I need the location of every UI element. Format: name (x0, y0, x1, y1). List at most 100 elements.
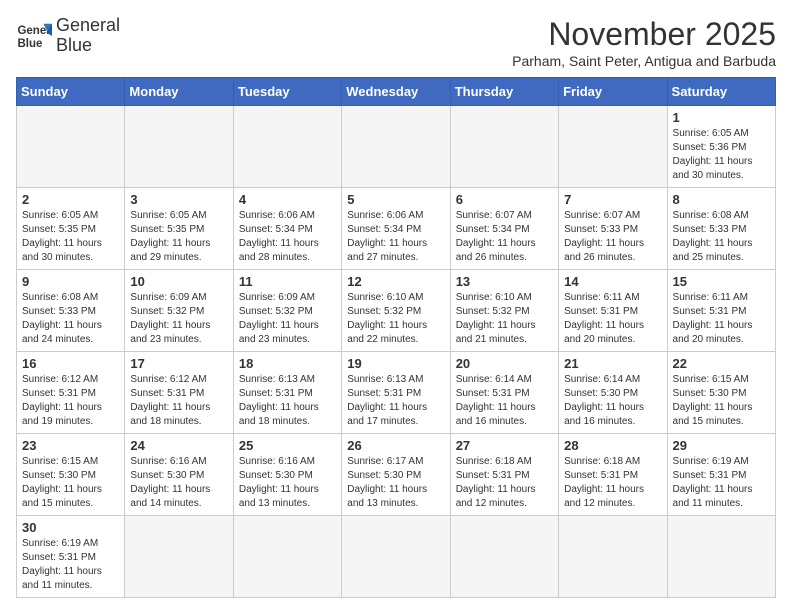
calendar-cell: 23 Sunrise: 6:15 AM Sunset: 5:30 PM Dayli… (17, 434, 125, 516)
calendar-cell: 19 Sunrise: 6:13 AM Sunset: 5:31 PM Dayli… (342, 352, 450, 434)
day-number: 4 (239, 192, 336, 207)
day-number: 5 (347, 192, 444, 207)
calendar-cell: 27 Sunrise: 6:18 AM Sunset: 5:31 PM Dayli… (450, 434, 558, 516)
day-number: 3 (130, 192, 227, 207)
logo: General Blue General Blue (16, 16, 120, 56)
day-number: 22 (673, 356, 770, 371)
logo-text: General Blue (56, 16, 120, 56)
day-info: Sunrise: 6:13 AM Sunset: 5:31 PM Dayligh… (347, 373, 444, 429)
calendar-week-3: 9 Sunrise: 6:08 AM Sunset: 5:33 PM Daylig… (17, 270, 776, 352)
day-info: Sunrise: 6:08 AM Sunset: 5:33 PM Dayligh… (22, 291, 119, 347)
day-info: Sunrise: 6:10 AM Sunset: 5:32 PM Dayligh… (347, 291, 444, 347)
calendar-cell: 28 Sunrise: 6:18 AM Sunset: 5:31 PM Dayli… (559, 434, 667, 516)
day-number: 20 (456, 356, 553, 371)
day-number: 13 (456, 274, 553, 289)
calendar-cell: 2 Sunrise: 6:05 AM Sunset: 5:35 PM Daylig… (17, 188, 125, 270)
day-info: Sunrise: 6:09 AM Sunset: 5:32 PM Dayligh… (239, 291, 336, 347)
day-number: 18 (239, 356, 336, 371)
calendar-cell (559, 516, 667, 598)
day-number: 12 (347, 274, 444, 289)
day-info: Sunrise: 6:11 AM Sunset: 5:31 PM Dayligh… (673, 291, 770, 347)
calendar-week-5: 23 Sunrise: 6:15 AM Sunset: 5:30 PM Dayli… (17, 434, 776, 516)
day-info: Sunrise: 6:19 AM Sunset: 5:31 PM Dayligh… (22, 537, 119, 593)
day-info: Sunrise: 6:08 AM Sunset: 5:33 PM Dayligh… (673, 209, 770, 265)
day-number: 25 (239, 438, 336, 453)
calendar-cell: 22Sunrise: 6:15 AM Sunset: 5:30 PM Dayli… (667, 352, 775, 434)
calendar-cell: 21 Sunrise: 6:14 AM Sunset: 5:30 PM Dayli… (559, 352, 667, 434)
day-number: 17 (130, 356, 227, 371)
calendar-cell: 16Sunrise: 6:12 AM Sunset: 5:31 PM Dayli… (17, 352, 125, 434)
day-info: Sunrise: 6:15 AM Sunset: 5:30 PM Dayligh… (22, 455, 119, 511)
calendar-cell: 20 Sunrise: 6:14 AM Sunset: 5:31 PM Dayli… (450, 352, 558, 434)
day-info: Sunrise: 6:07 AM Sunset: 5:33 PM Dayligh… (564, 209, 661, 265)
day-number: 14 (564, 274, 661, 289)
day-info: Sunrise: 6:14 AM Sunset: 5:30 PM Dayligh… (564, 373, 661, 429)
day-number: 28 (564, 438, 661, 453)
calendar-cell: 25 Sunrise: 6:16 AM Sunset: 5:30 PM Dayli… (233, 434, 341, 516)
svg-text:Blue: Blue (17, 38, 43, 50)
calendar-cell: 1 Sunrise: 6:05 AM Sunset: 5:36 PM Daylig… (667, 106, 775, 188)
calendar: SundayMondayTuesdayWednesdayThursdayFrid… (16, 77, 776, 598)
day-info: Sunrise: 6:06 AM Sunset: 5:34 PM Dayligh… (347, 209, 444, 265)
header-day-tuesday: Tuesday (233, 78, 341, 106)
calendar-week-6: 30 Sunrise: 6:19 AM Sunset: 5:31 PM Dayli… (17, 516, 776, 598)
day-info: Sunrise: 6:14 AM Sunset: 5:31 PM Dayligh… (456, 373, 553, 429)
calendar-cell: 7 Sunrise: 6:07 AM Sunset: 5:33 PM Daylig… (559, 188, 667, 270)
day-info: Sunrise: 6:07 AM Sunset: 5:34 PM Dayligh… (456, 209, 553, 265)
day-number: 2 (22, 192, 119, 207)
day-number: 1 (673, 110, 770, 125)
calendar-cell: 24 Sunrise: 6:16 AM Sunset: 5:30 PM Dayli… (125, 434, 233, 516)
calendar-week-1: 1 Sunrise: 6:05 AM Sunset: 5:36 PM Daylig… (17, 106, 776, 188)
calendar-cell: 29Sunrise: 6:19 AM Sunset: 5:31 PM Dayli… (667, 434, 775, 516)
calendar-cell: 18Sunrise: 6:13 AM Sunset: 5:31 PM Dayli… (233, 352, 341, 434)
day-info: Sunrise: 6:05 AM Sunset: 5:35 PM Dayligh… (22, 209, 119, 265)
calendar-cell (233, 516, 341, 598)
day-number: 30 (22, 520, 119, 535)
day-info: Sunrise: 6:06 AM Sunset: 5:34 PM Dayligh… (239, 209, 336, 265)
calendar-cell (17, 106, 125, 188)
calendar-cell: 5 Sunrise: 6:06 AM Sunset: 5:34 PM Daylig… (342, 188, 450, 270)
day-number: 24 (130, 438, 227, 453)
header-day-monday: Monday (125, 78, 233, 106)
day-number: 23 (22, 438, 119, 453)
calendar-cell: 26Sunrise: 6:17 AM Sunset: 5:30 PM Dayli… (342, 434, 450, 516)
header-day-thursday: Thursday (450, 78, 558, 106)
header: General Blue General Blue November 2025 … (16, 16, 776, 69)
calendar-cell (667, 516, 775, 598)
calendar-week-2: 2 Sunrise: 6:05 AM Sunset: 5:35 PM Daylig… (17, 188, 776, 270)
day-info: Sunrise: 6:05 AM Sunset: 5:35 PM Dayligh… (130, 209, 227, 265)
calendar-cell (125, 516, 233, 598)
calendar-cell: 11Sunrise: 6:09 AM Sunset: 5:32 PM Dayli… (233, 270, 341, 352)
day-number: 27 (456, 438, 553, 453)
calendar-cell: 4 Sunrise: 6:06 AM Sunset: 5:34 PM Daylig… (233, 188, 341, 270)
header-day-wednesday: Wednesday (342, 78, 450, 106)
calendar-cell: 10 Sunrise: 6:09 AM Sunset: 5:32 PM Dayli… (125, 270, 233, 352)
subtitle: Parham, Saint Peter, Antigua and Barbuda (512, 53, 776, 69)
month-title: November 2025 (512, 16, 776, 53)
day-info: Sunrise: 6:16 AM Sunset: 5:30 PM Dayligh… (130, 455, 227, 511)
day-number: 16 (22, 356, 119, 371)
day-number: 21 (564, 356, 661, 371)
day-number: 29 (673, 438, 770, 453)
calendar-cell: 30 Sunrise: 6:19 AM Sunset: 5:31 PM Dayli… (17, 516, 125, 598)
day-info: Sunrise: 6:12 AM Sunset: 5:31 PM Dayligh… (130, 373, 227, 429)
day-info: Sunrise: 6:16 AM Sunset: 5:30 PM Dayligh… (239, 455, 336, 511)
day-info: Sunrise: 6:09 AM Sunset: 5:32 PM Dayligh… (130, 291, 227, 347)
calendar-cell: 6Sunrise: 6:07 AM Sunset: 5:34 PM Daylig… (450, 188, 558, 270)
day-info: Sunrise: 6:18 AM Sunset: 5:31 PM Dayligh… (564, 455, 661, 511)
day-info: Sunrise: 6:18 AM Sunset: 5:31 PM Dayligh… (456, 455, 553, 511)
day-number: 10 (130, 274, 227, 289)
day-number: 9 (22, 274, 119, 289)
calendar-cell: 14Sunrise: 6:11 AM Sunset: 5:31 PM Dayli… (559, 270, 667, 352)
calendar-cell: 13Sunrise: 6:10 AM Sunset: 5:32 PM Dayli… (450, 270, 558, 352)
calendar-cell (450, 106, 558, 188)
calendar-cell: 17 Sunrise: 6:12 AM Sunset: 5:31 PM Dayli… (125, 352, 233, 434)
day-number: 7 (564, 192, 661, 207)
calendar-cell (125, 106, 233, 188)
day-number: 19 (347, 356, 444, 371)
calendar-week-4: 16 Sunrise: 6:12 AM Sunset: 5:31 PM Dayli… (17, 352, 776, 434)
calendar-header-row: SundayMondayTuesdayWednesdayThursdayFrid… (17, 78, 776, 106)
day-info: Sunrise: 6:05 AM Sunset: 5:36 PM Dayligh… (673, 127, 770, 183)
day-number: 8 (673, 192, 770, 207)
calendar-cell (233, 106, 341, 188)
